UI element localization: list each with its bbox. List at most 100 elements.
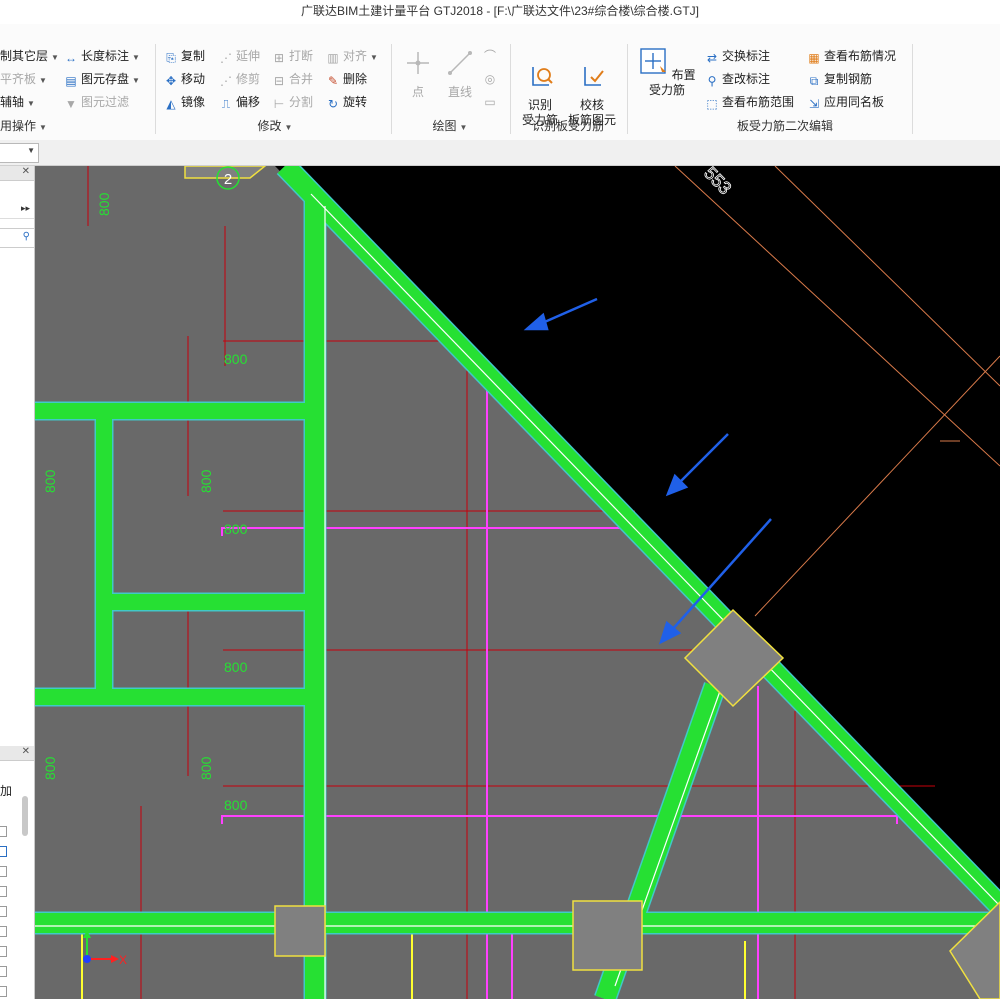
element-filter-button[interactable]: ▼ 图元过滤 [64, 92, 129, 112]
group-label-draw[interactable]: 绘图 ▼ [420, 118, 480, 134]
cad-canvas[interactable]: 2 553 800 800 800 800 800 800 800 800 80… [35, 166, 1000, 999]
add-column-header: 加 [0, 784, 13, 798]
aux-axis-button[interactable]: 辅轴 ▼ [0, 92, 35, 112]
align-button[interactable]: ▥ 对齐 ▼ [326, 46, 378, 66]
chevron-down-icon: ▼ [459, 123, 468, 132]
search-icon: ⚲ [22, 231, 30, 242]
place-rebar-button[interactable]: 布置受力筋 [633, 46, 701, 98]
group-label-identify: 识别板受力筋 [531, 119, 604, 133]
dim-label-horizontal: 800 [224, 351, 248, 367]
identify-rebar-button[interactable]: 识别 受力筋 [516, 46, 564, 128]
chevron-down-icon: ▼ [132, 53, 140, 62]
panel-header: ✕ [0, 166, 34, 181]
break-icon: ⊞ [273, 51, 285, 65]
row-checkbox[interactable] [0, 846, 7, 857]
copy-rebar-button[interactable]: ⧉ 复制钢筋 [807, 69, 872, 89]
row-checkbox[interactable] [0, 926, 7, 937]
row-checkbox[interactable] [0, 826, 7, 837]
move-button[interactable]: ✥ 移动 [164, 69, 205, 89]
swap-icon: ⇄ [706, 51, 718, 65]
dim-label-vertical: 800 [42, 756, 58, 780]
column[interactable] [572, 900, 643, 971]
row-checkbox[interactable] [0, 986, 7, 997]
length-dim-button[interactable]: ↔ 长度标注 ▼ [64, 46, 140, 66]
extend-button[interactable]: ⋰ 延伸 [219, 46, 260, 66]
line-icon [448, 51, 472, 75]
row-checkbox[interactable] [0, 866, 7, 877]
rect-button[interactable]: ▭ [483, 90, 500, 110]
group-separator [155, 44, 156, 134]
group-label-rebar-edit: 板受力筋二次编辑 [736, 119, 833, 133]
chevron-down-icon: ▼ [51, 53, 59, 62]
extend-icon: ⋰ [220, 51, 232, 65]
arc-button[interactable]: ⌒ [483, 44, 500, 64]
left-panel: ✕ ▸▸ ⚲ ✕ 加 [0, 166, 35, 999]
chevron-down-icon: ▼ [27, 99, 35, 108]
search-input[interactable]: ⚲ [0, 228, 35, 248]
check-icon [584, 67, 604, 86]
check-rebar-button[interactable]: 校核 板筋图元 [566, 46, 618, 128]
dim-label-horizontal: 800 [224, 659, 248, 675]
panel-header-2: ✕ [0, 746, 34, 761]
point-icon [407, 52, 429, 74]
row-checkbox[interactable] [0, 946, 7, 957]
copy-button[interactable]: ⎘ 复制 [164, 46, 205, 66]
dim-label-horizontal: 800 [224, 521, 248, 537]
layer-dropdown[interactable]: ▼ [0, 143, 39, 163]
view-status-button[interactable]: ▦ 查看布筋情况 [807, 46, 896, 66]
apply-same-board-button[interactable]: ⇲ 应用同名板 [807, 92, 884, 112]
break-button[interactable]: ⊞ 打断 [272, 46, 313, 66]
draw-point-button[interactable]: 点 [400, 48, 436, 100]
filter-icon: ▼ [65, 97, 77, 111]
coord-x-label: X [119, 953, 127, 967]
chevron-down-icon: ▼ [284, 123, 293, 132]
element-store-button[interactable]: ▤ 图元存盘 ▼ [64, 69, 140, 89]
merge-icon: ⊟ [273, 74, 285, 88]
offset-button[interactable]: ⎍ 偏移 [219, 92, 260, 112]
rotate-icon: ↻ [327, 97, 339, 111]
group-separator [391, 44, 392, 134]
delete-button[interactable]: ✎ 删除 [326, 69, 367, 89]
chevron-down-icon: ▼ [39, 123, 47, 132]
copy-floor-button[interactable]: 制其它层 ▼ [0, 46, 59, 66]
chevron-down-icon: ▼ [27, 146, 35, 155]
row-checkbox[interactable] [0, 886, 7, 897]
column[interactable] [274, 905, 326, 957]
close-icon[interactable]: ✕ [22, 746, 30, 757]
mirror-button[interactable]: ◭ 镜像 [164, 92, 205, 112]
rotate-button[interactable]: ↻ 旋转 [326, 92, 367, 112]
grid-icon: ▦ [808, 51, 820, 65]
reference-line [754, 355, 1000, 617]
panel-expander[interactable]: ▸▸ [0, 202, 34, 219]
window-title: 广联达BIM土建计量平台 GTJ2018 - [F:\广联达文件\23#综合楼\… [300, 4, 700, 18]
dim-label-horizontal: 800 [224, 797, 248, 813]
row-checkbox[interactable] [0, 966, 7, 977]
align-board-button[interactable]: 平齐板 ▼ [0, 69, 47, 89]
circle-button[interactable]: ◎ [483, 67, 500, 87]
drawing-svg[interactable]: 2 553 800 800 800 800 800 800 800 800 80… [35, 166, 1000, 999]
group-label-modify[interactable]: 修改 ▼ [220, 118, 330, 134]
offset-icon: ⎍ [221, 97, 231, 111]
copy-rebar-icon: ⧉ [809, 74, 819, 88]
place-rebar-icon [640, 48, 667, 74]
trim-icon: ⋰ [220, 74, 232, 88]
chevron-down-icon: ▼ [132, 76, 140, 85]
annotation-arrow [665, 433, 729, 497]
swap-label-button[interactable]: ⇄ 交换标注 [705, 46, 770, 66]
copy-icon: ⎘ [166, 51, 176, 65]
draw-line-button[interactable]: 直线 [442, 48, 478, 100]
view-range-button[interactable]: ⬚ 查看布筋范围 [705, 92, 794, 112]
arc-icon: ⌒ [483, 49, 496, 63]
mirror-icon: ◭ [166, 97, 176, 111]
scrollbar-thumb[interactable] [22, 796, 28, 836]
split-button[interactable]: ⊢ 分割 [272, 92, 313, 112]
row-checkbox[interactable] [0, 906, 7, 917]
dim-label-vertical: 800 [198, 756, 214, 780]
merge-button[interactable]: ⊟ 合并 [272, 69, 313, 89]
check-edit-label-button[interactable]: ⚲ 查改标注 [705, 69, 770, 89]
group-label-common[interactable]: 用操作 ▼ [0, 118, 50, 134]
close-icon[interactable]: ✕ [22, 166, 30, 177]
reference-line [674, 166, 1000, 467]
trim-button[interactable]: ⋰ 修剪 [219, 69, 260, 89]
slab-region[interactable] [35, 166, 1000, 999]
